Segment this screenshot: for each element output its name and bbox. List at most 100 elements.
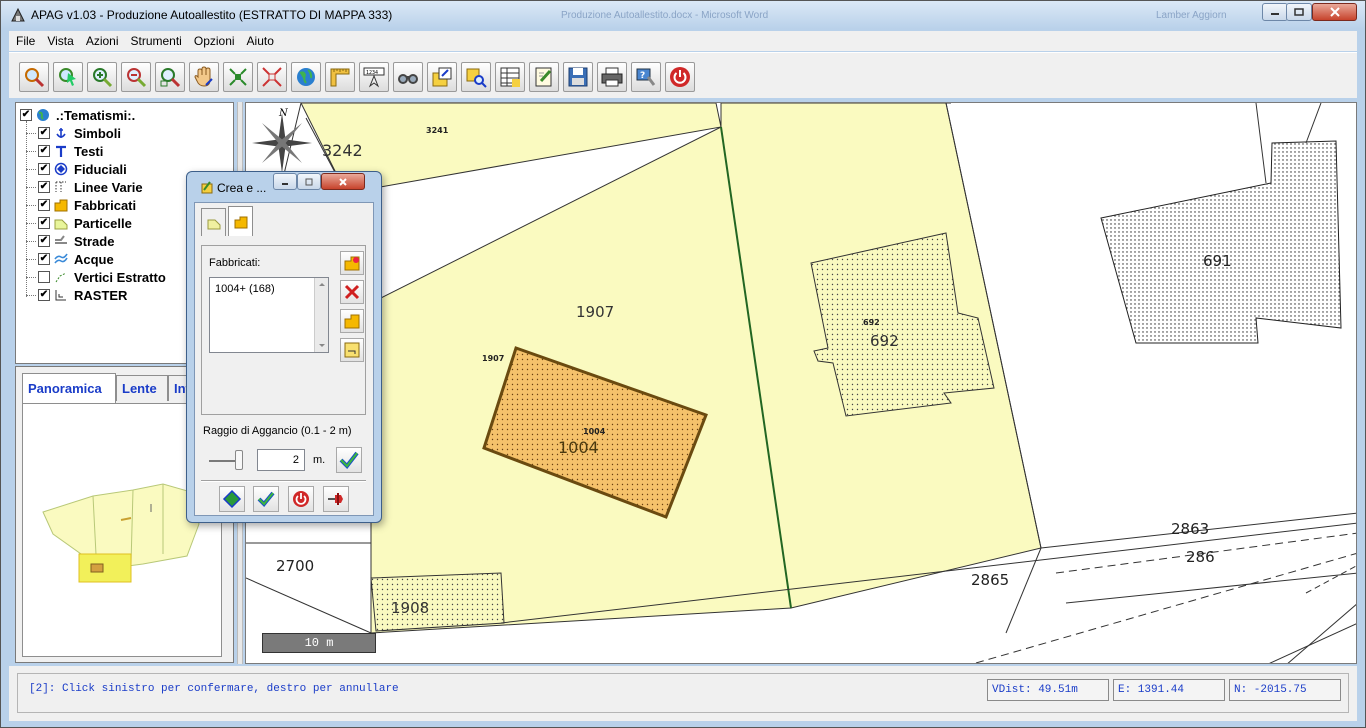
tree-item-linee-varie[interactable]: ✔ Linee Varie: [26, 178, 143, 196]
help-button[interactable]: ?: [631, 62, 661, 92]
snap-radius-label: Raggio di Aggancio (0.1 - 2 m): [203, 425, 352, 437]
vertex-mode-button[interactable]: [219, 486, 245, 512]
tree-item-raster[interactable]: ✔ RASTER: [26, 286, 127, 304]
map-canvas[interactable]: N 3242 3241 1907 1907 1004 1004 692 692 …: [245, 102, 1357, 664]
root-checkbox[interactable]: ✔: [20, 109, 32, 121]
print-button[interactable]: [597, 62, 627, 92]
hand-icon: [194, 66, 213, 87]
menu-aiuto[interactable]: Aiuto: [247, 34, 274, 48]
particelle-checkbox[interactable]: ✔: [38, 217, 50, 229]
exit-dialog-button[interactable]: [288, 486, 314, 512]
tab-panoramica[interactable]: Panoramica: [22, 373, 116, 403]
save-button[interactable]: [563, 62, 593, 92]
list-item[interactable]: 1004+ (168): [215, 283, 275, 295]
menu-opzioni[interactable]: Opzioni: [194, 34, 235, 48]
tree-item-label: Acque: [74, 251, 114, 267]
zoom-out-button[interactable]: [121, 62, 151, 92]
zoom-window-button[interactable]: [155, 62, 185, 92]
minimize-button[interactable]: [1262, 3, 1288, 21]
parcel-label-2865: 2865: [971, 571, 1009, 589]
layer-edit-button[interactable]: [427, 62, 457, 92]
zoom-window-icon: [160, 68, 181, 88]
pointer-select-icon: [59, 68, 76, 86]
menu-azioni[interactable]: Azioni: [86, 34, 119, 48]
building-properties-button[interactable]: [340, 309, 364, 333]
building-icon: [344, 314, 360, 329]
target-icon: [54, 162, 68, 176]
tree-item-strade[interactable]: ✔ Strade: [26, 232, 114, 250]
dialog-minimize-button[interactable]: [273, 173, 297, 190]
tree-item-label: Fabbricati: [74, 197, 137, 213]
binoculars-button[interactable]: [393, 62, 423, 92]
tab-lente[interactable]: Lente: [116, 375, 168, 401]
tree-item-particelle[interactable]: ✔ Particelle: [26, 214, 132, 232]
tree-item-vertici-estratto[interactable]: Vertici Estratto: [26, 268, 166, 286]
parcel-label-1907: 1907: [576, 303, 614, 321]
tree-item-testi[interactable]: ✔ Testi: [26, 142, 103, 160]
list-scrollbar[interactable]: [314, 278, 328, 352]
expand-button[interactable]: [257, 62, 287, 92]
pointer-select-button[interactable]: [53, 62, 83, 92]
menu-bar: File Vista Azioni Strumenti Opzioni Aiut…: [9, 31, 1357, 51]
close-button[interactable]: [1312, 3, 1357, 21]
coordinates-button[interactable]: 1234: [359, 62, 389, 92]
testi-checkbox[interactable]: ✔: [38, 145, 50, 157]
buildings-listbox[interactable]: 1004+ (168): [209, 277, 329, 353]
dialog-maximize-button[interactable]: [297, 173, 321, 190]
globe-icon: [297, 68, 315, 86]
new-building-button[interactable]: [340, 251, 364, 275]
parcel-label-3241: 3241: [426, 126, 449, 135]
building-edit-button[interactable]: [340, 338, 364, 362]
parcel-icon: [54, 219, 68, 230]
window-title: APAG v1.03 - Produzione Autoallestito (E…: [31, 8, 393, 22]
snap-slider-track[interactable]: [209, 460, 235, 462]
zoom-in-button[interactable]: [87, 62, 117, 92]
raster-checkbox[interactable]: ✔: [38, 289, 50, 301]
tree-item-fiduciali[interactable]: ✔ Fiduciali: [26, 160, 127, 178]
snap-slider-thumb[interactable]: [235, 450, 243, 470]
dialog-close-button[interactable]: [321, 173, 365, 190]
pan-button[interactable]: [189, 62, 219, 92]
tree-item-simboli[interactable]: ✔ Simboli: [26, 124, 121, 142]
delete-building-button[interactable]: [340, 280, 364, 304]
power-icon: [670, 67, 690, 87]
apply-snap-button[interactable]: [336, 447, 362, 473]
menu-file[interactable]: File: [16, 34, 35, 48]
tree-item-fabbricati[interactable]: ✔ Fabbricati: [26, 196, 137, 214]
building-edit-icon: [344, 342, 360, 358]
fiduciali-checkbox[interactable]: ✔: [38, 163, 50, 175]
snap-radius-input[interactable]: 2: [257, 449, 305, 471]
layer-search-button[interactable]: [461, 62, 491, 92]
coordinates-icon: 1234: [363, 67, 385, 88]
building-label-1908: 1908: [391, 599, 429, 617]
ruler-button[interactable]: [325, 62, 355, 92]
menu-vista[interactable]: Vista: [47, 34, 73, 48]
tree-root[interactable]: ✔ .:Tematismi:.: [20, 106, 135, 124]
exit-button[interactable]: [665, 62, 695, 92]
acque-checkbox[interactable]: ✔: [38, 253, 50, 265]
tree-item-acque[interactable]: ✔ Acque: [26, 250, 114, 268]
vertici-estratto-checkbox[interactable]: [38, 271, 50, 283]
confirm-button[interactable]: [253, 486, 279, 512]
close-icon: [339, 177, 347, 186]
globe-button[interactable]: [291, 62, 321, 92]
simboli-checkbox[interactable]: ✔: [38, 127, 50, 139]
north-arrow: [252, 113, 312, 173]
dialog-tab-buildings[interactable]: [228, 206, 253, 236]
document-edit-button[interactable]: [529, 62, 559, 92]
menu-strumenti[interactable]: Strumenti: [131, 34, 182, 48]
maximize-button[interactable]: [1286, 3, 1312, 21]
expand-icon: [262, 67, 282, 87]
fabbricati-label: Fabbricati:: [209, 257, 261, 269]
raster-icon: [55, 290, 66, 301]
north-label: N: [278, 108, 289, 119]
dialog-tab-parcels[interactable]: [201, 208, 226, 236]
table-button[interactable]: [495, 62, 525, 92]
pin-button[interactable]: [323, 486, 349, 512]
linee-varie-checkbox[interactable]: ✔: [38, 181, 50, 193]
strade-checkbox[interactable]: ✔: [38, 235, 50, 247]
zoom-extents-button[interactable]: [19, 62, 49, 92]
fabbricati-checkbox[interactable]: ✔: [38, 199, 50, 211]
shrink-button[interactable]: [223, 62, 253, 92]
building-label-692: 692: [870, 332, 899, 350]
